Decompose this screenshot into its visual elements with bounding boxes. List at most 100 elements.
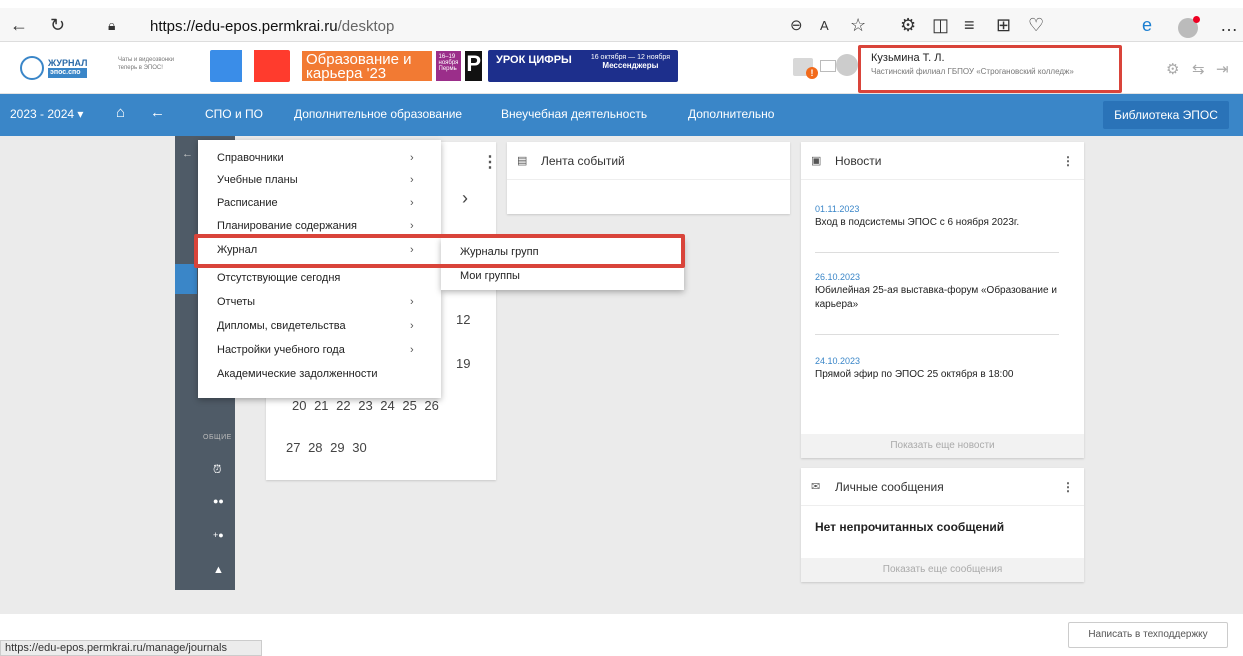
more-menu-icon[interactable]: … — [1220, 13, 1238, 37]
news-item[interactable]: 01.11.2023 Вход в подсистемы ЭПОС с 6 ноя… — [815, 202, 1059, 230]
logo-mark — [20, 56, 44, 80]
calendar-week-row[interactable]: 20 21 22 23 24 25 26 — [292, 398, 439, 413]
news-icon: ▣ — [811, 155, 822, 167]
favorites-list-icon[interactable]: ≡ — [964, 13, 975, 37]
news-title: Новости — [835, 153, 882, 168]
year-selector[interactable]: 2023 - 2024 ▾ — [10, 107, 83, 121]
back-icon[interactable]: ← — [10, 13, 28, 37]
collections-icon[interactable]: ⊞ — [996, 13, 1011, 37]
alarm-icon[interactable]: ⏰︎ — [213, 464, 222, 477]
profile-avatar[interactable] — [1178, 16, 1200, 38]
menu-item-curricula[interactable]: Учебные планы — [217, 174, 298, 186]
address-bar[interactable]: https://edu-epos.permkrai.ru/desktop — [150, 18, 394, 35]
news-date: 26.10.2023 — [815, 272, 861, 282]
news-date: 01.11.2023 — [815, 204, 860, 214]
menu-item-diplomas[interactable]: Дипломы, свидетельства — [217, 320, 346, 332]
collapse-icon[interactable]: ← — [182, 148, 193, 160]
browser-toolbar: ← ↻ 🔒︎ https://edu-epos.permkrai.ru/desk… — [0, 8, 1243, 42]
messages-title: Личные сообщения — [835, 479, 944, 494]
banner-lesson-digit[interactable]: УРОК ЦИФРЫ 16 октября — 12 ноября Мессенд… — [488, 50, 678, 82]
performance-icon[interactable]: ♡ — [1028, 13, 1044, 37]
logo-title: ЖУРНАЛ — [48, 58, 88, 68]
nav-additional[interactable]: Дополнительно — [688, 107, 774, 121]
add-group-icon[interactable]: +● — [213, 530, 224, 540]
events-card: ▤ Лента событий — [507, 142, 790, 214]
zoom-icon[interactable]: ⊖ — [790, 13, 803, 37]
banner-cifr-topic: Мессенджеры — [602, 61, 659, 70]
news-text: Юбилейная 25-ая выставка-форум «Образова… — [815, 285, 1057, 310]
menu-item-content-planning[interactable]: Планирование содержания — [217, 220, 357, 232]
calendar-week-row[interactable]: 27 28 29 30 — [286, 440, 367, 455]
logout-icon[interactable]: ⇥ — [1216, 60, 1229, 78]
news-item[interactable]: 26.10.2023 Юбилейная 25-ая выставка-форум… — [815, 270, 1059, 312]
news-card: ▣ Новости ⋮ 01.11.2023 Вход в подсистемы ЭП… — [801, 142, 1084, 458]
sidebar-active-item[interactable] — [175, 264, 197, 294]
chevron-right-icon: › — [410, 197, 414, 209]
nav-extracurricular[interactable]: Внеучебная деятельность — [501, 107, 647, 121]
calendar-icon: ▤ — [517, 155, 528, 167]
messages-menu-icon[interactable]: ⋮ — [1062, 480, 1074, 494]
read-aloud-icon[interactable]: A — [820, 13, 829, 37]
menu-item-absent-today[interactable]: Отсутствующие сегодня — [217, 272, 340, 284]
news-item[interactable]: 24.10.2023 Прямой эфир по ЭПОС 25 октября… — [815, 354, 1059, 382]
news-text: Прямой эфир по ЭПОС 25 октября в 18:00 — [815, 369, 1014, 380]
chevron-right-icon: › — [410, 152, 414, 164]
year-label: 2023 - 2024 — [10, 107, 75, 121]
nav-spo[interactable]: СПО и ПО — [205, 107, 263, 121]
chevron-right-icon: › — [410, 320, 414, 332]
news-menu-icon[interactable]: ⋮ — [1062, 154, 1074, 168]
tagline: Чаты и видеозвонки теперь в ЭПОС! — [118, 57, 175, 71]
banner-education-dates: 16–19 ноября Пермь — [435, 51, 462, 81]
news-text: Вход в подсистемы ЭПОС с 6 ноября 2023г. — [815, 217, 1020, 228]
back-arrow-icon[interactable]: ← — [150, 104, 165, 121]
menu-item-reports[interactable]: Отчеты — [217, 296, 255, 308]
url-host: https://edu-epos.permkrai.ru — [150, 18, 338, 35]
messages-empty: Нет непрочитанных сообщений — [815, 520, 1005, 534]
more-messages-button[interactable]: Показать еще сообщения — [801, 558, 1084, 582]
banner-cifr-info: 16 октября — 12 ноября Мессенджеры — [591, 54, 670, 78]
user-organization: Частинский филиал ГБПОУ «Строгановский к… — [871, 67, 1074, 76]
lock-icon[interactable]: 🔒︎ — [108, 13, 115, 37]
banner-education[interactable]: Образование и карьера '23 16–19 ноября П… — [302, 50, 482, 82]
refresh-icon[interactable]: ↻ — [50, 13, 65, 37]
divider — [815, 252, 1059, 253]
bell-icon[interactable]: ▲ — [213, 564, 224, 576]
more-news-button[interactable]: Показать еще новости — [801, 434, 1084, 458]
calendar-menu-icon[interactable]: ⋮ — [482, 152, 498, 172]
chevron-right-icon: › — [410, 174, 414, 186]
favorite-star-icon[interactable]: ☆ — [850, 13, 866, 37]
user-name: Кузьмина Т. Л. — [871, 52, 945, 64]
chevron-right-icon: › — [410, 220, 414, 232]
calendar-day[interactable]: 12 — [456, 312, 470, 327]
banner-education-logo: P — [465, 51, 482, 81]
next-month-icon[interactable]: › — [462, 188, 468, 209]
switch-role-icon[interactable]: ⇆ — [1192, 60, 1205, 78]
split-screen-icon[interactable]: ◫ — [932, 13, 949, 37]
home-icon[interactable]: ⌂ — [116, 104, 125, 121]
nav-additional-education[interactable]: Дополнительное образование — [294, 107, 462, 121]
menu-item-directories[interactable]: Справочники — [217, 152, 284, 164]
menu-item-year-settings[interactable]: Настройки учебного года — [217, 344, 345, 356]
menu-item-academic-debts[interactable]: Академические задолженности — [217, 368, 378, 380]
calendar-day[interactable]: 19 — [456, 356, 470, 371]
url-path: /desktop — [337, 18, 395, 35]
menu-item-schedule[interactable]: Расписание — [217, 197, 278, 209]
logo[interactable]: ЖУРНАЛ эпос.спо — [20, 56, 88, 80]
submenu-item-my-groups[interactable]: Мои группы — [460, 270, 520, 282]
support-button[interactable]: Написать в техподдержку — [1068, 622, 1228, 648]
main-navbar: 2023 - 2024 ▾ ⌂ ← СПО и ПО Дополнительно… — [0, 94, 1243, 136]
settings-icon[interactable]: ⚙ — [1166, 60, 1179, 78]
extensions-icon[interactable]: ⚙ — [900, 13, 916, 37]
group-icon[interactable]: ●● — [213, 496, 224, 506]
logo-subtitle: эпос.спо — [48, 68, 88, 78]
banner-education-title: Образование и карьера '23 — [302, 51, 432, 81]
divider — [815, 334, 1059, 335]
dropdown-menu: ← Справочники › Учебные планы › Расписание… — [182, 140, 441, 398]
banner-messengers[interactable] — [210, 50, 290, 82]
user-avatar[interactable] — [836, 54, 858, 76]
mail-icon[interactable] — [820, 60, 836, 72]
sidebar-section-label: ОБЩИЕ — [203, 434, 232, 441]
user-selector[interactable]: Кузьмина Т. Л. Частинский филиал ГБПОУ «… — [858, 45, 1122, 93]
library-button[interactable]: Библиотека ЭПОС — [1103, 101, 1229, 129]
edge-icon[interactable]: e — [1142, 13, 1152, 37]
